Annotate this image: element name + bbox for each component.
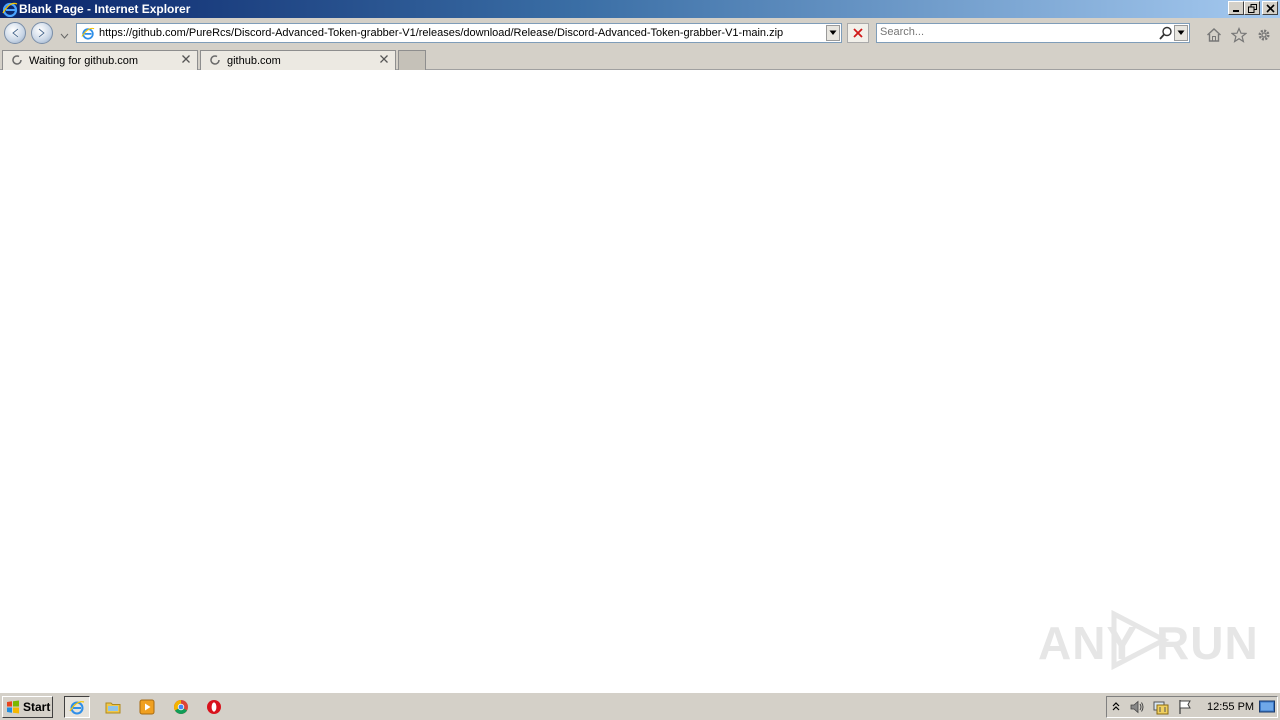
- loading-spinner-icon: [12, 55, 22, 65]
- taskbar-file-explorer[interactable]: [100, 696, 126, 718]
- internet-explorer-icon: [2, 2, 18, 17]
- network-icon[interactable]: [1153, 699, 1169, 715]
- taskbar-opera[interactable]: [201, 696, 227, 718]
- volume-icon[interactable]: [1129, 699, 1145, 715]
- taskbar-media-player[interactable]: [134, 696, 160, 718]
- gear-icon: [1258, 29, 1270, 41]
- windows-logo-icon: [7, 700, 19, 714]
- taskbar: Start 12:55 PM: [0, 692, 1280, 720]
- search-box[interactable]: [876, 23, 1190, 43]
- taskbar-internet-explorer[interactable]: [64, 696, 90, 718]
- page-content: [0, 70, 1280, 692]
- internet-explorer-icon: [69, 701, 85, 715]
- tools-button[interactable]: [1255, 26, 1273, 44]
- chevron-down-icon: [60, 33, 69, 39]
- tab-label: github.com: [227, 55, 281, 67]
- watermark-right-text: RUN: [1156, 617, 1259, 669]
- taskbar-clock[interactable]: 12:55 PM: [1207, 700, 1254, 714]
- window-title: Blank Page - Internet Explorer: [19, 2, 191, 16]
- close-window-button[interactable]: [1262, 1, 1278, 15]
- chevron-down-icon: [829, 30, 837, 35]
- star-icon: [1231, 27, 1247, 43]
- action-center-flag-icon[interactable]: [1177, 699, 1193, 715]
- search-input[interactable]: [880, 26, 1150, 38]
- minimize-button[interactable]: [1228, 1, 1244, 15]
- close-icon: [1265, 3, 1275, 13]
- home-icon: [1207, 28, 1221, 42]
- start-label: Start: [23, 700, 51, 714]
- search-dropdown-button[interactable]: [1174, 25, 1188, 41]
- back-arrow-icon: [11, 28, 19, 38]
- favorites-button[interactable]: [1230, 26, 1248, 44]
- anyrun-watermark: ANY RUN: [1038, 606, 1258, 676]
- stop-icon: [853, 28, 863, 38]
- address-url[interactable]: https://github.com/PureRcs/Discord-Advan…: [99, 26, 783, 40]
- restore-button[interactable]: [1244, 1, 1260, 15]
- page-icon: [81, 27, 95, 40]
- forward-arrow-icon: [38, 28, 46, 38]
- media-player-icon: [139, 699, 155, 715]
- new-tab-button[interactable]: [398, 50, 426, 70]
- restore-icon: [1247, 3, 1257, 13]
- chrome-icon: [174, 700, 188, 714]
- navigation-bar: https://github.com/PureRcs/Discord-Advan…: [0, 18, 1280, 48]
- forward-button[interactable]: [31, 22, 53, 44]
- taskbar-chrome[interactable]: [168, 696, 194, 718]
- address-bar[interactable]: https://github.com/PureRcs/Discord-Advan…: [76, 23, 842, 43]
- minimize-icon: [1233, 10, 1239, 12]
- system-tray: 12:55 PM: [1106, 696, 1278, 718]
- chevron-down-icon: [1177, 30, 1185, 35]
- recent-pages-dropdown[interactable]: [60, 29, 69, 42]
- search-icon[interactable]: [1159, 26, 1173, 40]
- start-button[interactable]: Start: [2, 696, 53, 718]
- folder-icon: [105, 702, 121, 714]
- tab-github[interactable]: github.com: [200, 50, 396, 70]
- address-dropdown-button[interactable]: [826, 25, 840, 41]
- tab-bar: Waiting for github.com github.com: [0, 48, 1280, 70]
- close-tab-icon[interactable]: [379, 54, 389, 64]
- title-bar: Blank Page - Internet Explorer: [0, 0, 1280, 18]
- show-desktop-icon[interactable]: [1259, 700, 1275, 714]
- stop-button[interactable]: [847, 23, 869, 43]
- back-button[interactable]: [4, 22, 26, 44]
- close-tab-icon[interactable]: [181, 54, 191, 64]
- home-button[interactable]: [1205, 26, 1223, 44]
- tab-waiting-github[interactable]: Waiting for github.com: [2, 50, 198, 70]
- show-hidden-icons-icon[interactable]: [1112, 701, 1120, 713]
- loading-spinner-icon: [210, 55, 220, 65]
- opera-icon: [207, 700, 221, 714]
- tab-label: Waiting for github.com: [29, 55, 139, 67]
